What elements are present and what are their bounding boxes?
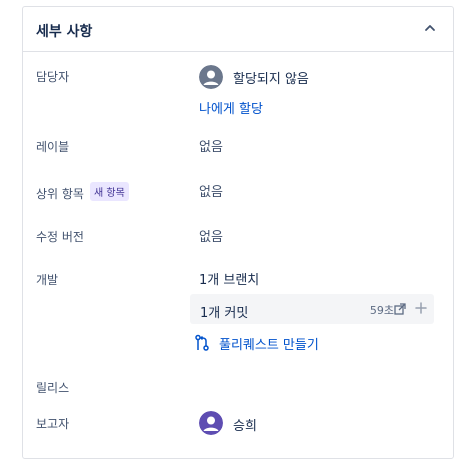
assignee-value[interactable]: 할당되지 않음 — [233, 68, 309, 87]
labels-label: 레이블 — [36, 140, 70, 154]
commit-time: 59초 — [369, 304, 394, 317]
assignee-label: 담당자 — [36, 70, 70, 84]
reporter-avatar — [199, 411, 223, 435]
external-link-icon[interactable] — [394, 303, 406, 315]
reporter-label: 보고자 — [36, 417, 70, 431]
panel-title: 세부 사항 — [36, 24, 93, 40]
unassigned-avatar — [199, 65, 223, 89]
commit-link[interactable]: 1개 커밋 — [200, 302, 248, 321]
plus-icon[interactable] — [414, 301, 428, 315]
new-badge: 새 항목 — [90, 182, 129, 201]
parent-value[interactable]: 없음 — [199, 181, 223, 200]
chevron-up-icon[interactable] — [421, 19, 439, 37]
parent-label-group: 상위 항목 새 항목 — [36, 182, 129, 202]
details-panel: 세부 사항 담당자 할당되지 않음 나에게 할당 레이블 없음 상위 항목 새 … — [22, 6, 454, 459]
development-label: 개발 — [36, 273, 59, 287]
pull-request-icon — [195, 334, 209, 351]
assign-to-me-link[interactable]: 나에게 할당 — [199, 98, 263, 117]
release-label: 릴리스 — [36, 381, 70, 395]
create-pull-request-link[interactable]: 풀리퀘스트 만들기 — [219, 334, 319, 353]
labels-value[interactable]: 없음 — [199, 136, 223, 155]
fix-version-label: 수정 버전 — [36, 230, 84, 244]
details-panel-header[interactable]: 세부 사항 — [23, 7, 453, 52]
branch-link[interactable]: 1개 브랜치 — [199, 269, 259, 288]
reporter-value[interactable]: 승희 — [233, 415, 257, 434]
fix-version-value[interactable]: 없음 — [199, 226, 223, 245]
commit-row[interactable]: 1개 커밋 59초 — [190, 294, 434, 324]
parent-label: 상위 항목 — [36, 187, 84, 201]
